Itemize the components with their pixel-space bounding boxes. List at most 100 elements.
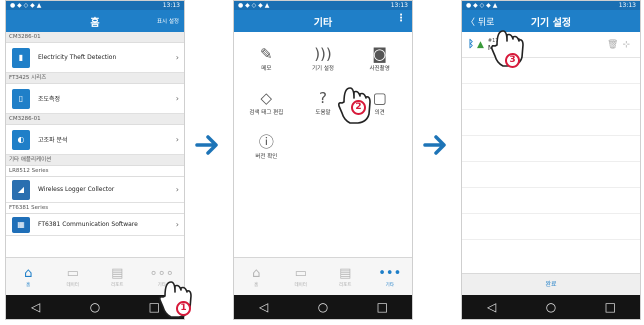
- menu-label: 사진촬영: [369, 66, 390, 72]
- chevron-right-icon: ›: [175, 94, 179, 103]
- next-step-arrow-icon: [423, 135, 446, 155]
- menu-label: 의견: [374, 110, 385, 116]
- tab-data[interactable]: ▭ 데이터: [58, 266, 88, 288]
- list-item: [462, 162, 640, 188]
- list-item-lux[interactable]: ▯ 조도측정 ›: [6, 84, 184, 114]
- tab-label: 데이터: [294, 282, 307, 288]
- tab-label: 홈: [254, 282, 259, 288]
- back-triangle-icon[interactable]: ◁: [480, 300, 504, 314]
- list-item-wireless-logger[interactable]: ◢ Wireless Logger Collector ›: [6, 177, 184, 203]
- android-nav-bar: ◁ ○ □: [234, 295, 412, 319]
- chevron-right-icon: ›: [175, 220, 179, 229]
- menu-tag-edit[interactable]: ◇ 검색 태그 편집: [238, 88, 295, 122]
- empty-device-list: [462, 58, 640, 240]
- page-title: 기타: [313, 17, 333, 29]
- recents-square-icon[interactable]: □: [370, 300, 394, 314]
- status-time: 13:13: [618, 2, 636, 9]
- tab-label: 데이터: [66, 282, 79, 288]
- menu-version[interactable]: ⓘ 버전 확인: [238, 132, 295, 166]
- list-item: [462, 188, 640, 214]
- pencil-icon: ✎: [260, 45, 273, 63]
- display-settings-button[interactable]: 표시 설정: [157, 17, 179, 25]
- list-item-label: Electricity Theft Detection: [38, 54, 117, 61]
- home-circle-icon[interactable]: ○: [83, 300, 107, 314]
- menu-label: 버전 확인: [255, 154, 278, 160]
- camera-icon: ◙: [372, 45, 387, 63]
- recents-square-icon[interactable]: □: [598, 300, 622, 314]
- list-item-label: Wireless Logger Collector: [38, 186, 115, 193]
- section-header: FT3425 시리즈: [6, 73, 184, 84]
- step-badge: 3: [505, 53, 520, 68]
- menu-label: 검색 태그 편집: [249, 110, 284, 116]
- home-circle-icon[interactable]: ○: [311, 300, 335, 314]
- list-item: [462, 84, 640, 110]
- chevron-right-icon: ›: [175, 185, 179, 194]
- more-dots-icon: •••: [378, 265, 402, 281]
- overflow-menu-icon[interactable]: ⋮: [396, 14, 406, 24]
- menu-label: 기기 설정: [311, 66, 334, 72]
- section-header: LR8512 Series: [6, 166, 184, 177]
- tab-home[interactable]: ⌂ 홈: [241, 266, 271, 288]
- app-title-bar: 기타 ⋮: [234, 10, 412, 32]
- section-header: CM3286-01: [6, 32, 184, 43]
- list-item: [462, 110, 640, 136]
- signal-icon: ▲: [477, 39, 484, 50]
- home-icon: ⌂: [24, 265, 33, 281]
- tap-hand-icon: [159, 281, 192, 318]
- wireless-icon: ))): [314, 45, 332, 63]
- tab-other[interactable]: ••• 기타: [375, 266, 405, 288]
- phone-home-screen: ● ◆ ◇ ◆ ▲ 13:13 홈 표시 설정 CM3286-01 ▮ Elec…: [5, 0, 185, 320]
- device-actions: 🗑⊹: [607, 40, 634, 50]
- list-item: [462, 136, 640, 162]
- page-title: 홈: [90, 17, 100, 29]
- menu-label: 도움말: [315, 110, 331, 116]
- bluetooth-icon: ᛒ: [468, 39, 474, 50]
- clamp-icon: ◐: [12, 129, 30, 150]
- menu-photo[interactable]: ◙ 사진촬영: [351, 44, 408, 78]
- home-icon: ⌂: [252, 265, 261, 281]
- menu-device-settings[interactable]: ))) 기기 설정: [295, 44, 352, 78]
- tab-label: 기타: [385, 282, 394, 288]
- list-item-theft-detection[interactable]: ▮ Electricity Theft Detection ›: [6, 43, 184, 73]
- info-icon: ⓘ: [258, 133, 274, 151]
- list-item-ft6381[interactable]: ▦ FT6381 Communication Software ›: [6, 214, 184, 236]
- step-badge: 2: [351, 100, 366, 115]
- home-circle-icon[interactable]: ○: [539, 300, 563, 314]
- tab-label: 리포트: [339, 282, 352, 288]
- list-item: [462, 214, 640, 240]
- chevron-right-icon: ›: [175, 135, 179, 144]
- step-badge: 1: [176, 301, 191, 316]
- back-triangle-icon[interactable]: ◁: [24, 300, 48, 314]
- section-header: FT6381 Series: [6, 203, 184, 214]
- list-item-label: FT6381 Communication Software: [38, 221, 138, 228]
- notification-icons: ● ◆ ◇ ◆ ▲: [10, 2, 42, 9]
- list-item-harmonics[interactable]: ◐ 고조파 분석 ›: [6, 125, 184, 155]
- menu-grid: ✎ 메모 ))) 기기 설정 ◙ 사진촬영 ◇ 검색 태그 편집 ? 도움말 ▢…: [234, 32, 412, 166]
- tab-label: 리포트: [111, 282, 124, 288]
- done-button[interactable]: 완료: [462, 273, 640, 295]
- status-time: 13:13: [390, 2, 408, 9]
- trash-icon[interactable]: 🗑: [607, 40, 622, 50]
- back-triangle-icon[interactable]: ◁: [252, 300, 276, 314]
- tutorial-stage: ● ◆ ◇ ◆ ▲ 13:13 홈 표시 설정 CM3286-01 ▮ Elec…: [0, 0, 644, 325]
- app-title-bar: 홈 표시 설정: [6, 10, 184, 32]
- section-header: 기타 애플리케이션: [6, 155, 184, 166]
- lux-meter-icon: ▯: [12, 88, 30, 109]
- tab-data[interactable]: ▭ 데이터: [286, 266, 316, 288]
- section-header: CM3286-01: [6, 114, 184, 125]
- pdf-icon: ▤: [339, 265, 352, 281]
- tag-icon: ◇: [260, 89, 273, 107]
- tab-report[interactable]: ▤ 리포트: [102, 266, 132, 288]
- menu-label: 메모: [261, 66, 272, 72]
- notification-icons: ● ◆ ◇ ◆ ▲: [466, 2, 498, 9]
- list-item-label: 조도측정: [38, 96, 61, 103]
- app-icon: ▦: [12, 216, 30, 233]
- status-bar: ● ◆ ◇ ◆ ▲ 13:13: [462, 1, 640, 10]
- satellite-icon: ◢: [12, 179, 30, 200]
- tab-report[interactable]: ▤ 리포트: [330, 266, 360, 288]
- tab-home[interactable]: ⌂ 홈: [13, 266, 43, 288]
- bottom-tab-bar: ⌂ 홈 ▭ 데이터 ▤ 리포트 ••• 기타: [234, 257, 412, 295]
- list-item-label: 고조파 분석: [38, 137, 68, 144]
- add-setting-icon[interactable]: ⊹: [622, 40, 634, 50]
- menu-memo[interactable]: ✎ 메모: [238, 44, 295, 78]
